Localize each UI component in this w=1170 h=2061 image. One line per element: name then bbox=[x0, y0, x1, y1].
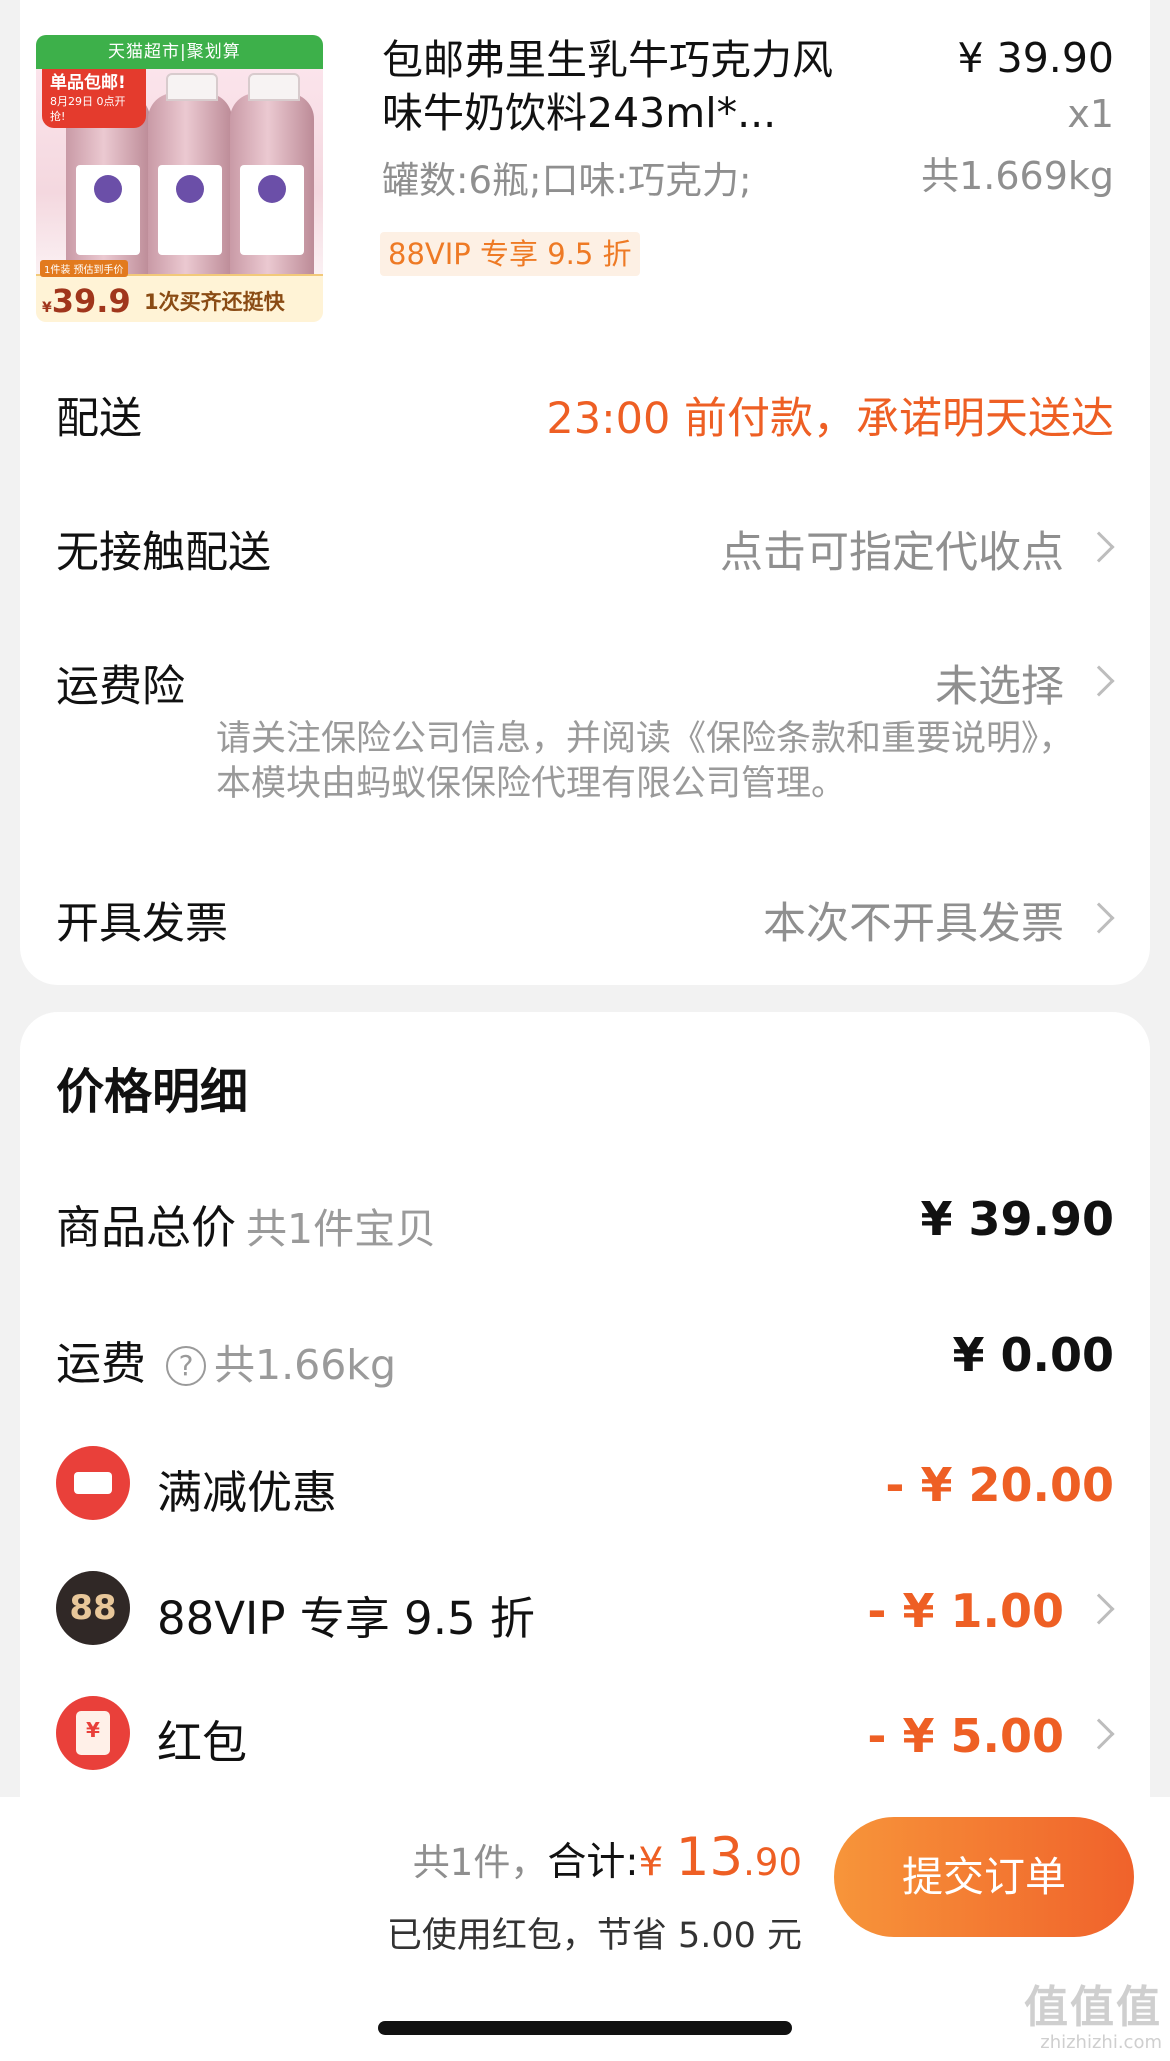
contactless-value: 点击可指定代收点 bbox=[720, 528, 1064, 578]
submit-order-button[interactable]: 提交订单 bbox=[834, 1817, 1134, 1937]
checkout-bar: 共1件，合计:¥ 13.90 已使用红包，节省 5.00 元 提交订单 值值值 … bbox=[0, 1797, 1170, 2061]
vip88-discount-value: - ¥ 1.00 bbox=[867, 1584, 1064, 1638]
thumb-price: ¥39.9 bbox=[42, 282, 131, 320]
red-packet-label: 红包 bbox=[157, 1716, 248, 1769]
product-spec: 罐数:6瓶;口味:巧克力; bbox=[382, 159, 752, 202]
product-price: ¥ 39.90 bbox=[957, 34, 1115, 82]
total-label: 合计: bbox=[547, 1840, 639, 1885]
total-amount: 13 bbox=[675, 1827, 744, 1888]
product-quantity: x1 bbox=[1067, 92, 1114, 136]
vip88-discount-label: 88VIP 专享 9.5 折 bbox=[157, 1592, 535, 1645]
freight-label: 运费? 共1.66kg bbox=[56, 1337, 397, 1390]
thumb-price-note: 1件装 预估到手价 bbox=[40, 260, 128, 277]
help-icon[interactable]: ? bbox=[166, 1346, 207, 1386]
price-detail-title: 价格明细 bbox=[56, 1064, 249, 1120]
saving-note: 已使用红包，节省 5.00 元 bbox=[386, 1916, 802, 1956]
thumb-store-header: 天猫超市|聚划算 bbox=[36, 35, 323, 69]
full-reduction-label: 满减优惠 bbox=[157, 1466, 338, 1519]
product-thumbnail[interactable]: 天猫超市|聚划算 单品包邮! 8月29日 0点开抢! 1件装 预估到手价 ¥39… bbox=[36, 35, 323, 322]
watermark: 值值值 zhizhizhi.com bbox=[1024, 1982, 1162, 2054]
freight-value: ¥ 0.00 bbox=[952, 1328, 1114, 1382]
red-packet-value: - ¥ 5.00 bbox=[867, 1709, 1064, 1763]
home-indicator[interactable] bbox=[378, 2021, 792, 2035]
thumb-slogan: 1次买齐还挺快 bbox=[144, 290, 285, 314]
invoice-label: 开具发票 bbox=[56, 899, 228, 949]
bottle-image bbox=[230, 73, 314, 298]
coupon-icon bbox=[56, 1446, 130, 1520]
shipping-insurance-value: 未选择 bbox=[935, 662, 1064, 712]
insurance-notice: 请关注保险公司信息，并阅读《保险条款和重要说明》，本模块由蚂蚁保保险代理有限公司… bbox=[216, 719, 1074, 804]
bottle-image bbox=[148, 73, 232, 298]
delivery-promise: 23:00 前付款，承诺明天送达 bbox=[546, 394, 1114, 444]
thumb-free-shipping-badge: 单品包邮! 8月29日 0点开抢! bbox=[42, 69, 146, 128]
contactless-label: 无接触配送 bbox=[56, 528, 271, 578]
goods-count: 共1件宝贝 bbox=[246, 1205, 437, 1253]
freight-weight: 共1.66kg bbox=[214, 1341, 397, 1389]
vip88-icon: 88 bbox=[56, 1571, 130, 1645]
product-weight: 共1.669kg bbox=[921, 154, 1114, 198]
delivery-label: 配送 bbox=[56, 394, 142, 444]
product-title[interactable]: 包邮弗里生乳牛巧克力风味牛奶饮料243ml*... bbox=[382, 34, 847, 140]
invoice-value: 本次不开具发票 bbox=[763, 899, 1064, 949]
shipping-insurance-label: 运费险 bbox=[56, 662, 185, 712]
thumb-price-strip: 1件装 预估到手价 ¥39.9 1次买齐还挺快 bbox=[36, 260, 323, 322]
goods-total-value: ¥ 39.90 bbox=[920, 1192, 1114, 1246]
item-count: 共1件， bbox=[412, 1841, 548, 1884]
full-reduction-value: - ¥ 20.00 bbox=[885, 1458, 1114, 1512]
order-total: 共1件，合计:¥ 13.90 bbox=[412, 1827, 802, 1888]
vip-discount-tag: 88VIP 专享 9.5 折 bbox=[380, 232, 640, 276]
red-packet-icon: ¥ bbox=[56, 1696, 130, 1770]
price-detail-card bbox=[20, 1012, 1150, 1802]
goods-total-label: 商品总价 共1件宝贝 bbox=[56, 1201, 437, 1254]
